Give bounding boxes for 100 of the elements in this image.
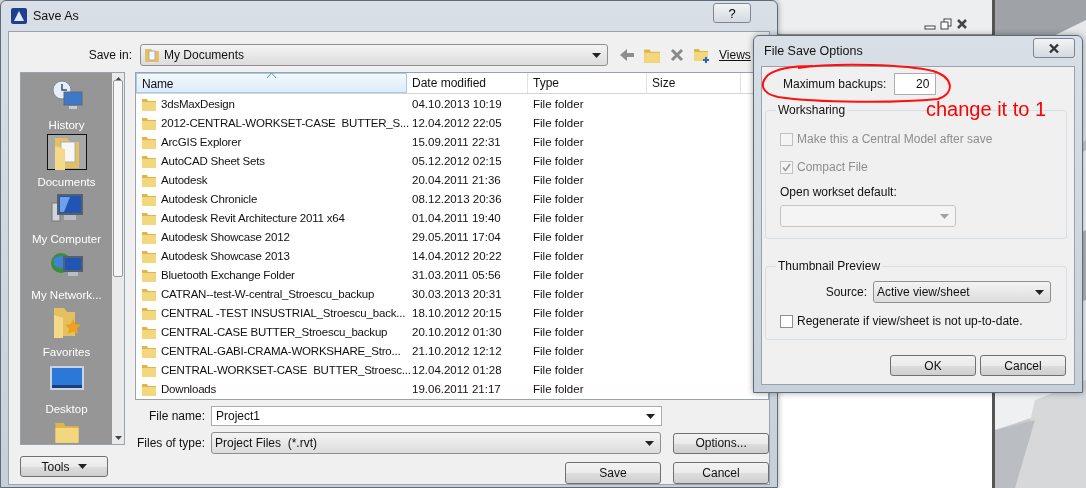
- date-modified: 20.04.2011 21:36: [411, 173, 502, 186]
- item-type: File folder: [532, 344, 585, 357]
- item-type: File folder: [532, 363, 585, 376]
- date-modified: 31.03.2011 05:56: [411, 268, 502, 281]
- save-button[interactable]: Save: [565, 462, 661, 484]
- views-menu[interactable]: Views: [715, 48, 755, 62]
- column-header[interactable]: Date modified: [407, 73, 528, 93]
- folder-name[interactable]: CENTRAL-CASE BUTTER_Stroescu_backup: [161, 325, 388, 338]
- folder-name[interactable]: Autodesk Showcase 2012: [161, 230, 290, 243]
- dropdown-arrow-icon: [592, 52, 601, 58]
- ok-button[interactable]: OK: [890, 355, 976, 376]
- close-icon[interactable]: [956, 18, 968, 30]
- folder-name[interactable]: CATRAN--test-W-central_Stroescu_backup: [161, 287, 375, 300]
- file-name-field[interactable]: Project1: [211, 406, 662, 426]
- folder-name[interactable]: Downloads: [161, 382, 217, 395]
- item-type: File folder: [532, 192, 585, 205]
- dropdown-arrow-icon: [1035, 289, 1044, 295]
- checkbox-label: Make this a Central Model after save: [797, 132, 993, 146]
- tools-button[interactable]: Tools: [20, 456, 108, 477]
- date-modified: 14.04.2012 20:22: [411, 249, 503, 262]
- checkbox-label: Compact File: [797, 160, 868, 174]
- workset-label: Open workset default:: [780, 185, 898, 199]
- window-title: File Save Options: [764, 44, 863, 58]
- item-type: File folder: [532, 116, 585, 129]
- dropdown-arrow-icon: [940, 213, 949, 219]
- help-button[interactable]: ?: [713, 3, 751, 23]
- checkbox[interactable]: [780, 314, 793, 328]
- desktop-icon: [49, 364, 84, 393]
- file-type-dropdown[interactable]: Project Files (*.rvt): [211, 432, 662, 454]
- folder-name[interactable]: 3dsMaxDesign: [161, 97, 235, 110]
- group-title: Thumbnail Preview: [777, 259, 882, 273]
- date-modified: 15.09.2011 22:31: [411, 135, 502, 148]
- item-type: File folder: [532, 230, 585, 243]
- item-type: File folder: [532, 97, 585, 110]
- close-icon: [1048, 42, 1060, 54]
- file-type-label: Files of type:: [135, 436, 205, 450]
- item-type: File folder: [532, 325, 585, 338]
- item-type: File folder: [532, 287, 585, 300]
- item-type: File folder: [532, 154, 585, 167]
- item-type: File folder: [532, 173, 585, 186]
- folder-name[interactable]: ArcGIS Explorer: [161, 135, 242, 148]
- date-modified: 29.05.2011 17:04: [411, 230, 502, 243]
- checkbox-label: Regenerate if view/sheet is not up-to-date.: [797, 314, 1023, 328]
- source-label: Source:: [824, 285, 867, 299]
- folder-name[interactable]: AutoCAD Sheet Sets: [161, 154, 265, 167]
- sort-caret-icon: [267, 73, 276, 78]
- folder-name[interactable]: Autodesk: [161, 173, 208, 186]
- date-modified: 04.10.2013 10:19: [411, 97, 503, 110]
- item-type: File folder: [532, 382, 585, 395]
- cancel-button[interactable]: Cancel: [980, 355, 1066, 376]
- folder-name[interactable]: Autodesk Revit Architecture 2011 x64: [161, 211, 345, 224]
- restore-icon[interactable]: [940, 18, 952, 30]
- date-modified: 20.10.2012 01:30: [411, 325, 503, 338]
- date-modified: 05.12.2012 02:15: [411, 154, 503, 167]
- folder-name[interactable]: CENTRAL-WORKSET-CASE BUTTER_Stroesc...: [161, 363, 411, 376]
- item-type: File folder: [532, 211, 585, 224]
- folder-name[interactable]: CENTRAL -TEST INSUSTRIAL_Stroescu_back...: [161, 306, 406, 319]
- dropdown-arrow-icon: [646, 413, 655, 419]
- date-modified: 19.06.2011 21:17: [411, 382, 502, 395]
- date-modified: 12.04.2012 22:05: [411, 116, 503, 129]
- column-header[interactable]: Name: [136, 73, 407, 93]
- folder-name[interactable]: Autodesk Chronicle: [161, 192, 258, 205]
- date-modified: 18.10.2012 20:15: [411, 306, 503, 319]
- date-modified: 21.10.2012 12:12: [411, 344, 503, 357]
- item-type: File folder: [532, 135, 585, 148]
- scrollbar[interactable]: [112, 73, 124, 444]
- new-folder-icon: [693, 46, 711, 64]
- computer-icon: [49, 192, 84, 225]
- back-arrow-icon: [619, 48, 635, 62]
- date-modified: 08.12.2013 20:36: [411, 192, 503, 205]
- annotation-text: change it to 1: [926, 98, 1047, 121]
- folder-name[interactable]: CENTRAL-GABI-CRAMA-WORKSHARE_Stro...: [161, 344, 401, 357]
- cancel-button[interactable]: Cancel: [673, 462, 769, 484]
- group-title: Worksharing: [777, 103, 847, 117]
- folder-name[interactable]: Bluetooth Exchange Folder: [161, 268, 295, 281]
- item-type: File folder: [532, 306, 585, 319]
- save-in-dropdown[interactable]: My Documents: [140, 44, 608, 66]
- item-type: File folder: [532, 249, 585, 262]
- delete-icon: [670, 48, 684, 62]
- column-header[interactable]: Type: [528, 73, 647, 93]
- item-type: File folder: [532, 268, 585, 281]
- date-modified: 01.04.2011 19:40: [411, 211, 502, 224]
- save-in-label: Save in:: [87, 48, 132, 62]
- max-backups-field[interactable]: 20: [894, 73, 937, 95]
- clock-monitor-icon: [49, 79, 84, 111]
- window-title: Save As: [33, 9, 79, 23]
- scroll-down-icon[interactable]: [114, 436, 122, 440]
- app-icon: [11, 8, 27, 24]
- date-modified: 30.03.2013 20:31: [411, 287, 503, 300]
- close-button[interactable]: [1033, 38, 1075, 58]
- dropdown-arrow-icon: [77, 464, 87, 469]
- source-dropdown[interactable]: Active view/sheet: [873, 281, 1051, 303]
- documents-folder-icon: [144, 47, 160, 63]
- file-name-label: File name:: [147, 409, 205, 423]
- dropdown-arrow-icon: [645, 440, 655, 446]
- max-backups-label: Maximum backups:: [783, 77, 887, 91]
- folder-name[interactable]: Autodesk Showcase 2013: [161, 249, 290, 262]
- column-header[interactable]: Size: [647, 73, 741, 93]
- options-button[interactable]: Options...: [673, 432, 769, 454]
- folder-name[interactable]: 2012-CENTRAL-WORKSET-CASE BUTTER_S...: [161, 116, 409, 129]
